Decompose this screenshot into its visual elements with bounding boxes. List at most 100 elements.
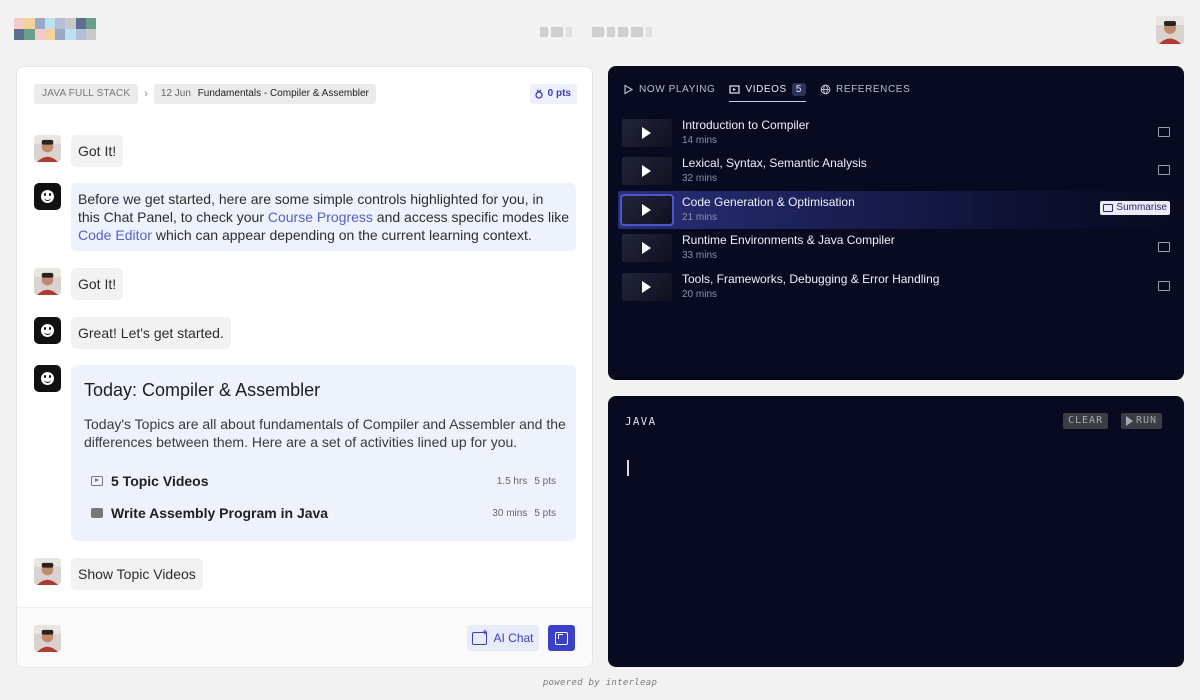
tab-label: NOW PLAYING xyxy=(639,83,716,95)
tab-now-playing[interactable]: NOW PLAYING xyxy=(623,79,715,99)
clear-button[interactable]: CLEAR xyxy=(1063,413,1109,429)
video-duration: 33 mins xyxy=(682,250,718,262)
video-item-active[interactable]: Code Generation & Optimisation 21 mins S… xyxy=(618,190,1174,229)
ai-chat-button[interactable]: AI Chat xyxy=(467,625,539,651)
play-icon[interactable] xyxy=(620,193,674,226)
video-item[interactable]: Tools, Frameworks, Debugging & Error Han… xyxy=(618,268,1174,306)
activity-points: 5 pts xyxy=(534,475,556,487)
chat-message-bot: Great! Let's get started. xyxy=(34,317,231,349)
video-item[interactable]: Introduction to Compiler 14 mins xyxy=(618,114,1174,152)
user-avatar-icon xyxy=(34,558,61,585)
tab-label: VIDEOS xyxy=(745,83,787,95)
code-icon xyxy=(91,508,103,518)
activity-label: 5 Topic Videos xyxy=(111,473,209,489)
video-title: Runtime Environments & Java Compiler xyxy=(682,233,895,248)
logo-pixel xyxy=(65,29,76,40)
powered-by-note: powered by interleap xyxy=(542,678,658,688)
video-tabs: NOW PLAYING VIDEOS 5 REFERENCES xyxy=(623,79,910,102)
logo-pixel xyxy=(65,18,76,29)
points-badge[interactable]: 0 pts xyxy=(529,84,577,104)
bot-avatar-icon xyxy=(34,183,61,210)
chat-message-user: Show Topic Videos xyxy=(34,558,203,590)
code-editor-panel: JAVA CLEAR RUN xyxy=(608,396,1184,667)
user-avatar-icon[interactable] xyxy=(1156,16,1184,44)
video-item[interactable]: Lexical, Syntax, Semantic Analysis 32 mi… xyxy=(618,152,1174,190)
activity-duration: 30 mins xyxy=(492,507,528,519)
logo-pixel xyxy=(14,18,25,29)
play-outline-icon xyxy=(624,83,634,95)
activity-videos[interactable]: 5 Topic Videos 1.5 hrs 5 pts xyxy=(91,471,556,491)
video-info: Runtime Environments & Java Compiler 33 … xyxy=(682,233,1174,263)
message-text: Before we get started, here are some sim… xyxy=(71,183,576,251)
video-duration: 14 mins xyxy=(682,135,718,146)
chat-footer: AI Chat xyxy=(17,607,592,667)
logo-pixel xyxy=(55,18,66,29)
summarise-button[interactable]: Summarise xyxy=(1100,200,1170,215)
today-card: Today: Compiler & Assembler Today's Topi… xyxy=(71,365,576,541)
summary-icon[interactable] xyxy=(1158,127,1170,137)
video-info: Tools, Frameworks, Debugging & Error Han… xyxy=(682,272,1174,302)
breadcrumb: JAVA FULL STACK › 12 Jun Fundamentals - … xyxy=(34,84,376,104)
summary-icon[interactable] xyxy=(1158,242,1170,253)
breadcrumb-lesson-title: Fundamentals - Compiler & Assembler xyxy=(197,88,369,99)
video-info: Lexical, Syntax, Semantic Analysis 32 mi… xyxy=(682,156,1174,186)
user-avatar-icon xyxy=(34,135,61,162)
logo-pixel xyxy=(14,29,25,40)
nav-link-2[interactable] xyxy=(592,27,652,37)
open-panel-button[interactable] xyxy=(548,625,575,651)
tab-references[interactable]: REFERENCES xyxy=(820,79,910,99)
logo-pixel xyxy=(34,18,45,29)
logo-pixel xyxy=(55,29,66,40)
video-info: Introduction to Compiler 14 mins xyxy=(682,118,1174,148)
activity-label: Write Assembly Program in Java xyxy=(111,505,329,521)
summary-icon[interactable] xyxy=(1158,165,1170,176)
activity-duration: 1.5 hrs xyxy=(496,475,528,487)
tab-label: REFERENCES xyxy=(836,83,911,95)
logo-pixel xyxy=(24,18,35,29)
code-editor-link[interactable]: Code Editor xyxy=(78,227,152,243)
today-description: Today's Topics are all about fundamental… xyxy=(84,416,566,450)
logo-pixel xyxy=(75,29,86,40)
today-title: Today: Compiler & Assembler xyxy=(84,380,321,400)
user-avatar-icon xyxy=(34,268,61,295)
message-text: Show Topic Videos xyxy=(71,558,203,590)
tab-videos[interactable]: VIDEOS 5 xyxy=(729,79,806,102)
chat-message-user: Got It! xyxy=(34,268,124,300)
breadcrumb-lesson[interactable]: 12 Jun Fundamentals - Compiler & Assembl… xyxy=(153,84,376,104)
breadcrumb-separator: › xyxy=(144,88,148,100)
video-item[interactable]: Runtime Environments & Java Compiler 33 … xyxy=(618,229,1174,267)
breadcrumb-track[interactable]: JAVA FULL STACK xyxy=(34,84,139,104)
run-icon xyxy=(1126,416,1133,426)
summarise-label: Summarise xyxy=(1116,201,1167,213)
message-text: Great! Let's get started. xyxy=(71,317,231,349)
video-duration: 20 mins xyxy=(682,288,718,300)
text-cursor[interactable] xyxy=(627,460,629,476)
message-text-part: and access specific modes like xyxy=(372,209,570,225)
chat-message-bot: Before we get started, here are some sim… xyxy=(34,183,576,251)
nav-link-1[interactable] xyxy=(540,27,572,37)
course-progress-link[interactable]: Course Progress xyxy=(268,209,373,225)
breadcrumb-date: 12 Jun xyxy=(160,88,191,99)
activity-assembly[interactable]: Write Assembly Program in Java 30 mins 5… xyxy=(91,503,556,523)
play-icon[interactable] xyxy=(622,272,672,301)
video-title: Introduction to Compiler xyxy=(682,118,810,132)
ai-chat-label: AI Chat xyxy=(493,631,534,645)
brand-logo-icon[interactable] xyxy=(14,18,96,40)
logo-pixel xyxy=(34,29,45,40)
summary-icon[interactable] xyxy=(1158,280,1170,291)
editor-language: JAVA xyxy=(625,415,657,428)
play-icon[interactable] xyxy=(622,119,672,147)
globe-icon xyxy=(820,84,831,94)
play-icon[interactable] xyxy=(622,157,672,186)
logo-pixel xyxy=(24,29,35,40)
summary-icon xyxy=(1103,203,1114,212)
play-icon[interactable] xyxy=(622,234,672,263)
user-avatar-icon xyxy=(34,625,61,652)
videos-count-badge: 5 xyxy=(791,82,806,96)
chat-panel: JAVA FULL STACK › 12 Jun Fundamentals - … xyxy=(16,66,593,668)
run-button[interactable]: RUN xyxy=(1121,413,1163,429)
medal-icon xyxy=(535,89,543,99)
message-text: Got It! xyxy=(71,135,124,167)
logo-pixel xyxy=(44,18,55,29)
bot-avatar-icon xyxy=(34,317,61,344)
